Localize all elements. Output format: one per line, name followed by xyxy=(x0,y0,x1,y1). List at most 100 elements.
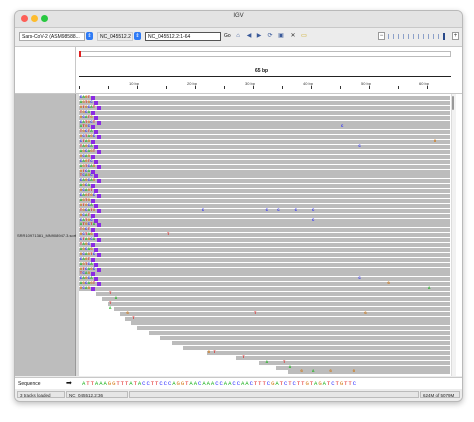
insertion-marker[interactable] xyxy=(91,243,96,247)
alignment-read[interactable] xyxy=(79,272,451,277)
insertion-marker[interactable] xyxy=(91,257,96,262)
scrollbar-thumb[interactable] xyxy=(452,96,454,110)
alignment-read[interactable] xyxy=(119,311,451,316)
insertion-marker[interactable] xyxy=(96,105,101,110)
genome-select[interactable]: Sars-CoV-2 (ASM98588... xyxy=(19,32,85,41)
insertion-marker[interactable] xyxy=(96,252,101,257)
alignment-read[interactable] xyxy=(171,341,451,345)
insertion-marker[interactable] xyxy=(96,238,101,243)
insertion-marker[interactable] xyxy=(91,228,96,233)
zoom-in-button[interactable]: + xyxy=(452,32,459,40)
alignment-read[interactable] xyxy=(79,145,451,149)
alignment-read[interactable] xyxy=(79,105,451,110)
alignment-read[interactable] xyxy=(79,208,451,213)
insertion-marker[interactable] xyxy=(91,184,96,189)
home-icon[interactable]: ⌂ xyxy=(234,32,242,41)
insertion-marker[interactable] xyxy=(96,164,101,169)
go-button[interactable]: Go xyxy=(224,33,231,39)
insertion-marker[interactable] xyxy=(94,189,98,194)
refresh-icon[interactable]: ⟳ xyxy=(266,32,274,41)
alignment-track-panel[interactable]: SRR10971381_MN908947.3.sorted.bam CAGTAG… xyxy=(15,94,462,376)
alignment-read[interactable] xyxy=(79,218,451,223)
insertion-marker[interactable] xyxy=(91,140,96,145)
alignment-read[interactable] xyxy=(79,262,451,267)
insertion-marker[interactable] xyxy=(94,218,98,223)
alignment-read[interactable] xyxy=(79,277,451,282)
roi-icon[interactable]: ▣ xyxy=(277,32,285,41)
insertion-marker[interactable] xyxy=(96,194,101,198)
insertion-marker[interactable] xyxy=(91,287,96,292)
alignment-read[interactable] xyxy=(258,360,451,365)
alignment-read[interactable] xyxy=(79,169,451,174)
alignment-read[interactable] xyxy=(148,331,451,336)
alignment-read[interactable] xyxy=(79,247,451,252)
alignment-read[interactable] xyxy=(79,213,451,218)
strand-arrow-icon[interactable]: ➡ xyxy=(66,379,72,387)
alignment-read[interactable] xyxy=(79,154,451,159)
alignment-read[interactable] xyxy=(79,233,451,238)
insertion-marker[interactable] xyxy=(96,179,101,184)
alignment-read[interactable] xyxy=(206,350,451,355)
alignment-read[interactable] xyxy=(79,115,451,120)
alignment-read[interactable] xyxy=(79,252,451,257)
insertion-marker[interactable] xyxy=(96,267,101,272)
chromosome-select[interactable]: NC_045512.2 xyxy=(97,32,133,41)
insertion-marker[interactable] xyxy=(94,145,98,149)
insertion-marker[interactable] xyxy=(91,96,96,100)
insertion-marker[interactable] xyxy=(91,213,96,218)
insertion-marker[interactable] xyxy=(96,208,101,213)
insertion-marker[interactable] xyxy=(94,277,98,282)
alignment-read[interactable] xyxy=(79,189,451,194)
alignment-read[interactable] xyxy=(79,159,451,164)
insertion-marker[interactable] xyxy=(91,169,96,174)
insertion-marker[interactable] xyxy=(96,149,101,154)
alignment-read[interactable] xyxy=(79,267,451,272)
insertion-marker[interactable] xyxy=(91,125,96,130)
insertion-marker[interactable] xyxy=(94,262,98,267)
alignment-read[interactable] xyxy=(79,238,451,243)
insertion-marker[interactable] xyxy=(94,100,98,105)
insertion-marker[interactable] xyxy=(96,282,101,287)
insertion-marker[interactable] xyxy=(94,130,98,135)
alignment-read[interactable] xyxy=(137,326,451,331)
alignment-read[interactable] xyxy=(79,194,451,198)
alignment-read[interactable] xyxy=(79,184,451,189)
insertion-marker[interactable] xyxy=(94,203,98,208)
alignment-read[interactable] xyxy=(79,96,451,100)
alignment-read[interactable] xyxy=(79,203,451,208)
alignment-read[interactable] xyxy=(102,296,451,301)
insertion-marker[interactable] xyxy=(96,223,101,228)
insertion-marker[interactable] xyxy=(94,174,98,179)
alignment-read[interactable] xyxy=(79,110,451,115)
alignment-read[interactable] xyxy=(183,345,451,350)
alignment-read[interactable] xyxy=(79,125,451,130)
alignment-read[interactable] xyxy=(79,282,451,287)
alignment-read[interactable] xyxy=(79,287,451,292)
close-icon[interactable]: ✕ xyxy=(289,32,297,41)
alignment-read[interactable] xyxy=(79,228,451,233)
alignment-read[interactable] xyxy=(79,257,451,262)
alignment-read[interactable] xyxy=(79,223,451,228)
genome-dropdown-icon[interactable]: ⇕ xyxy=(86,32,93,40)
alignment-read[interactable] xyxy=(96,292,451,296)
back-icon[interactable]: ◀ xyxy=(245,32,253,41)
alignment-read[interactable] xyxy=(79,130,451,135)
popup-icon[interactable]: ▭ xyxy=(300,32,308,41)
zoom-slider[interactable] xyxy=(386,33,451,40)
insertion-marker[interactable] xyxy=(94,247,98,252)
alignment-read[interactable] xyxy=(79,149,451,154)
insertion-marker[interactable] xyxy=(94,159,98,164)
alignment-read[interactable] xyxy=(79,174,451,179)
alignment-read[interactable] xyxy=(79,164,451,169)
alignment-read[interactable] xyxy=(79,179,451,184)
alignment-read[interactable] xyxy=(79,243,451,247)
insertion-marker[interactable] xyxy=(91,198,96,203)
alignment-read[interactable] xyxy=(113,306,451,311)
chromosome-dropdown-icon[interactable]: ⇕ xyxy=(134,32,141,40)
alignment-read[interactable] xyxy=(131,321,451,326)
insertion-marker[interactable] xyxy=(94,233,98,238)
zoom-out-button[interactable]: − xyxy=(378,32,385,40)
alignment-read[interactable] xyxy=(79,198,451,203)
chromosome-ideogram[interactable] xyxy=(79,51,451,57)
alignment-read[interactable] xyxy=(79,135,451,140)
